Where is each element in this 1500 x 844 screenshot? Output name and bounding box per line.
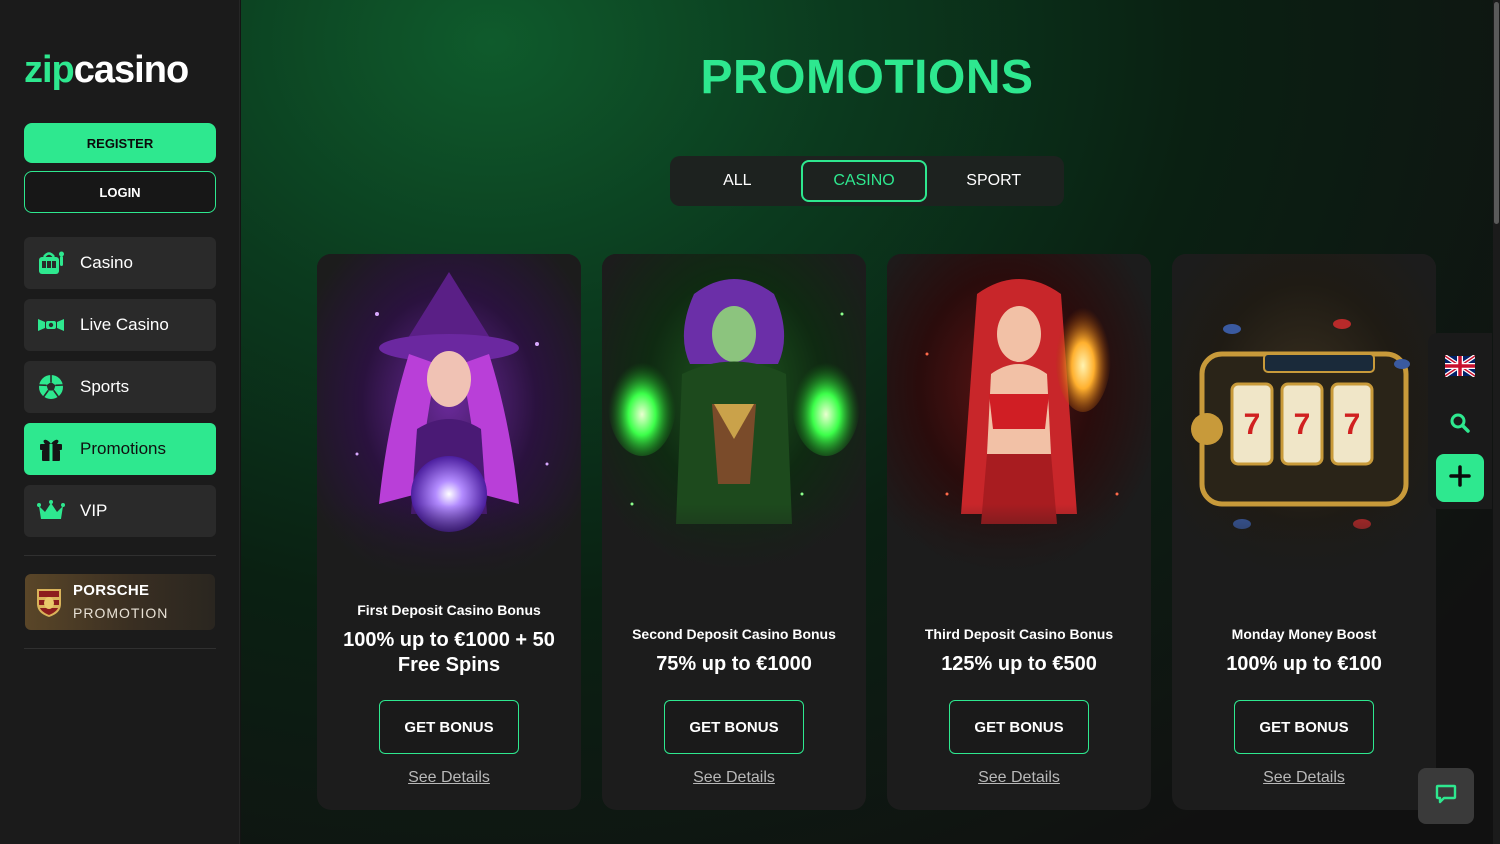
live-casino-icon — [36, 310, 66, 340]
logo-zip: zip — [24, 49, 75, 91]
page-scrollbar[interactable] — [1493, 0, 1500, 844]
logo-casino: casino — [73, 49, 189, 91]
tab-casino[interactable]: CASINO — [800, 160, 928, 202]
plus-button[interactable] — [1436, 454, 1484, 502]
soccer-ball-icon — [36, 372, 66, 402]
scrollbar-thumb[interactable] — [1494, 2, 1499, 224]
sidebar-nav: Casino Live Casino Sports Promotions VIP — [24, 237, 216, 547]
artwork-fade — [602, 504, 866, 584]
see-details-link[interactable]: See Details — [602, 769, 866, 787]
promotion-card: 7 7 7 Monday Money Boost 100% up to €100… — [1172, 254, 1436, 810]
promotion-subtitle: Third Deposit Casino Bonus — [924, 626, 1114, 642]
sidebar-item-promotions[interactable]: Promotions — [24, 423, 216, 475]
promotion-offer: 100% up to €100 — [1226, 653, 1382, 675]
get-bonus-button[interactable]: GET BONUS — [664, 700, 804, 754]
promotion-card: Third Deposit Casino Bonus 125% up to €5… — [887, 254, 1151, 810]
promotion-subtitle: First Deposit Casino Bonus — [357, 602, 541, 618]
get-bonus-button[interactable]: GET BONUS — [949, 700, 1089, 754]
sidebar: zipcasino REGISTER LOGIN Casino Live Cas… — [0, 0, 240, 844]
main-content: PROMOTIONS ALL CASINO SPORT First Deposi… — [241, 0, 1493, 844]
sidebar-item-label: VIP — [80, 501, 108, 520]
promotion-card: First Deposit Casino Bonus 100% up to €1… — [317, 254, 581, 810]
svg-text:7: 7 — [1294, 408, 1311, 441]
zipcasino-logo[interactable]: zipcasino — [24, 48, 189, 92]
search-icon[interactable] — [1448, 411, 1472, 435]
sidebar-item-vip[interactable]: VIP — [24, 485, 216, 537]
promotion-offer: 125% up to €500 — [941, 653, 1097, 675]
porsche-promotion-banner[interactable]: PORSCHE PROMOTION — [25, 574, 215, 630]
sidebar-item-label: Casino — [80, 253, 133, 272]
sidebar-divider — [24, 648, 216, 649]
promotion-subtitle: Second Deposit Casino Bonus — [632, 626, 836, 642]
register-button[interactable]: REGISTER — [24, 123, 216, 163]
artwork-fade — [317, 504, 581, 584]
sidebar-divider — [24, 555, 216, 556]
promotion-tabs: ALL CASINO SPORT — [670, 156, 1064, 206]
porsche-line1: PORSCHE — [73, 582, 150, 599]
sidebar-item-casino[interactable]: Casino — [24, 237, 216, 289]
slot-machine-icon — [36, 248, 66, 278]
promotion-card: Second Deposit Casino Bonus 75% up to €1… — [602, 254, 866, 810]
porsche-crest-icon — [35, 586, 63, 618]
crown-icon — [36, 496, 66, 526]
see-details-link[interactable]: See Details — [887, 769, 1151, 787]
porsche-line2: PROMOTION — [73, 605, 169, 621]
svg-text:7: 7 — [1344, 408, 1361, 441]
promotion-offer: 100% up to €1000 + 50 Free Spins — [343, 629, 555, 676]
chat-button[interactable] — [1418, 768, 1474, 824]
see-details-link[interactable]: See Details — [317, 769, 581, 787]
promotion-cards: First Deposit Casino Bonus 100% up to €1… — [317, 254, 1447, 810]
sidebar-item-sports[interactable]: Sports — [24, 361, 216, 413]
promotion-offer: 75% up to €1000 — [656, 653, 812, 675]
svg-text:7: 7 — [1244, 408, 1261, 441]
sidebar-item-label: Live Casino — [80, 315, 169, 334]
sidebar-item-label: Promotions — [80, 439, 166, 458]
tab-all[interactable]: ALL — [674, 160, 801, 202]
plus-icon — [1449, 464, 1471, 492]
sidebar-item-live-casino[interactable]: Live Casino — [24, 299, 216, 351]
app-root: zipcasino REGISTER LOGIN Casino Live Cas… — [0, 0, 1500, 844]
gift-icon — [36, 434, 66, 464]
login-button[interactable]: LOGIN — [24, 171, 216, 213]
promotion-subtitle: Monday Money Boost — [1231, 626, 1377, 642]
get-bonus-button[interactable]: GET BONUS — [379, 700, 519, 754]
page-title: PROMOTIONS — [700, 51, 1034, 104]
floating-rail — [1428, 333, 1492, 509]
artwork-fade — [1172, 504, 1436, 584]
get-bonus-button[interactable]: GET BONUS — [1234, 700, 1374, 754]
uk-flag-icon[interactable] — [1443, 354, 1477, 378]
chat-bubble-icon — [1435, 783, 1457, 810]
see-details-link[interactable]: See Details — [1172, 769, 1436, 787]
sidebar-item-label: Sports — [80, 377, 130, 396]
tab-sport[interactable]: SPORT — [927, 160, 1060, 202]
artwork-fade — [887, 504, 1151, 584]
